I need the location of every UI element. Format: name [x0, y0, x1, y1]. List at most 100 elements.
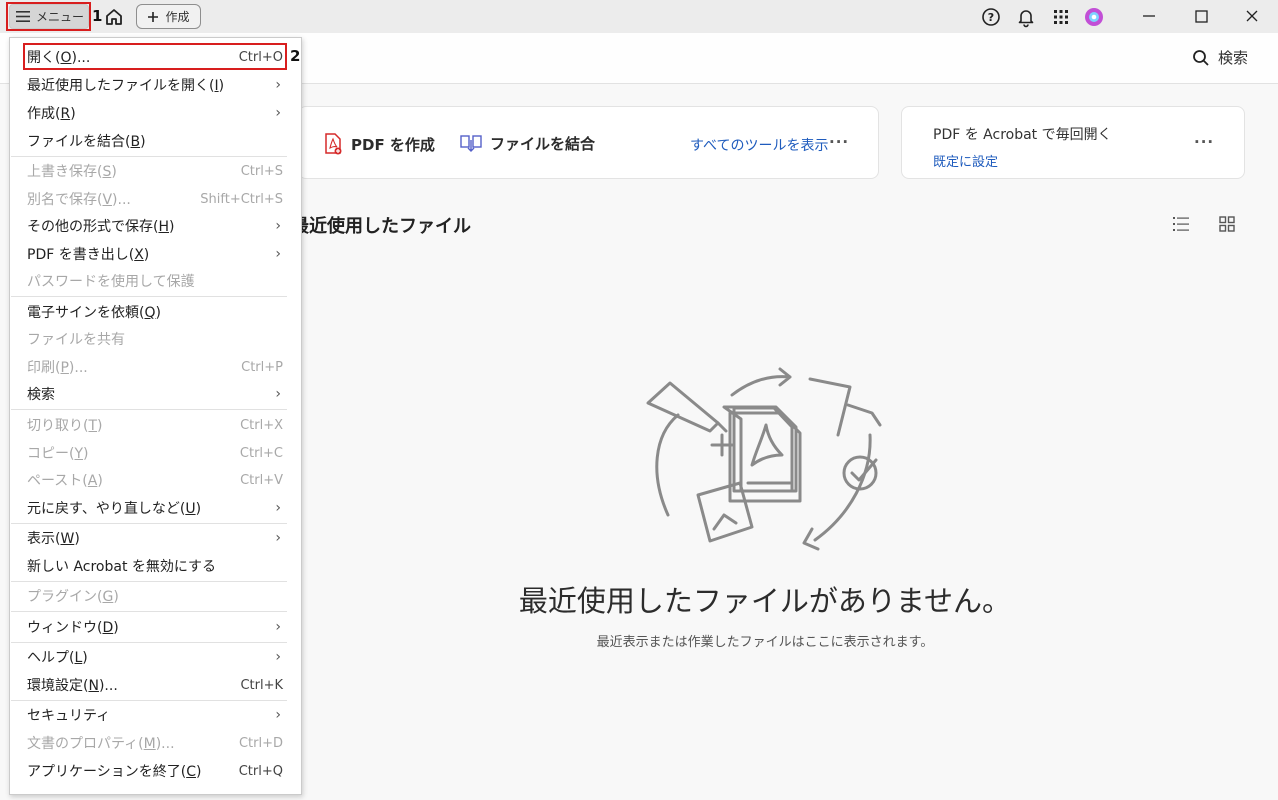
menu-item-security[interactable]: セキュリティ › — [10, 701, 301, 729]
search-label: 検索 — [1217, 49, 1248, 67]
menu-item-save-as-label: 別名で保存( — [27, 192, 103, 208]
menu-item-create-tail: ) — [70, 106, 76, 122]
menu-item-properties-tail: )... — [155, 736, 175, 752]
create-button[interactable]: 作成 — [136, 4, 201, 29]
close-icon[interactable] — [1240, 4, 1264, 28]
step-number-2: 2 — [290, 47, 301, 65]
menu-item-request-signature[interactable]: 電子サインを依頼(Q) — [10, 298, 301, 326]
menu-item-create-label: 作成( — [27, 106, 61, 122]
menu-item-exit-tail: ) — [195, 764, 202, 780]
menu-item-save-as-shortcut: Shift+Ctrl+S — [200, 191, 283, 207]
chevron-right-icon: › — [275, 649, 281, 665]
menu-item-combine-mnemonic: B — [130, 134, 141, 150]
menu-item-save-shortcut: Ctrl+S — [240, 163, 283, 179]
maximize-icon[interactable] — [1189, 4, 1213, 28]
apps-grid-icon[interactable] — [1050, 6, 1072, 28]
menu-item-request-signature-label: 電子サインを依頼( — [27, 305, 145, 321]
menu-item-protect[interactable]: パスワードを使用して保護 — [10, 267, 301, 295]
menu-item-print-mnemonic: P — [60, 360, 69, 376]
menu-item-exit-mnemonic: C — [186, 764, 196, 780]
list-view-icon[interactable] — [1172, 215, 1190, 233]
menu-item-copy-shortcut: Ctrl+C — [239, 445, 283, 461]
menu-item-paste-label: ペースト( — [27, 473, 88, 489]
menu-item-find-label: 検索 — [27, 387, 55, 403]
menu-item-properties-shortcut: Ctrl+D — [238, 735, 283, 751]
menu-item-request-signature-tail: ) — [155, 305, 161, 321]
menu-item-save-label: 上書き保存( — [27, 164, 103, 180]
menu-item-cut-tail: ) — [97, 418, 103, 434]
menu-item-copy-label: コピー( — [27, 446, 75, 462]
menu-item-combine[interactable]: ファイルを結合(B) — [10, 127, 301, 155]
menu-item-undo-redo-label: 元に戻す、やり直しなど( — [27, 501, 186, 517]
menu-item-disable-new-acrobat[interactable]: 新しい Acrobat を無効にする — [10, 552, 301, 580]
set-default-link[interactable]: 既定に設定 — [933, 151, 998, 170]
menu-item-save-tail: ) — [111, 164, 117, 180]
menu-item-paste-tail: ) — [97, 473, 103, 489]
menu-item-view-tail: ) — [74, 531, 80, 547]
menu-item-paste[interactable]: ペースト(A) Ctrl+V — [10, 466, 301, 494]
bell-icon[interactable] — [1015, 6, 1037, 28]
menu-item-view[interactable]: 表示(W) › — [10, 524, 301, 552]
menu-item-export-pdf[interactable]: PDF を書き出し(X) › — [10, 240, 301, 268]
menu-item-find[interactable]: 検索 › — [10, 380, 301, 408]
avatar[interactable] — [1083, 6, 1105, 28]
menu-item-share[interactable]: ファイルを共有 — [10, 325, 301, 353]
menu-item-copy-tail: ) — [83, 446, 89, 462]
menu-item-cut[interactable]: 切り取り(T) Ctrl+X — [10, 411, 301, 439]
menu-item-print[interactable]: 印刷(P)... Ctrl+P — [10, 353, 301, 381]
menu-item-security-label: セキュリティ — [27, 708, 111, 724]
menu-item-open-recent-tail: ) — [218, 78, 225, 94]
chevron-right-icon: › — [275, 707, 281, 723]
all-tools-link[interactable]: すべてのツールを表示 — [690, 135, 828, 155]
menu-item-help[interactable]: ヘルプ(L) › — [10, 643, 301, 671]
plus-icon — [148, 11, 159, 22]
highlight-box-menu — [6, 2, 91, 31]
menu-item-plugins[interactable]: プラグイン(G) — [10, 582, 301, 610]
tools-more-icon[interactable]: ··· — [829, 133, 849, 151]
menu-item-preferences-tail: )... — [98, 678, 118, 694]
menu-item-view-label: 表示( — [27, 531, 61, 547]
search-button[interactable]: 検索 — [1192, 47, 1248, 68]
minimize-icon[interactable] — [1137, 4, 1161, 28]
chevron-right-icon: › — [275, 386, 281, 402]
grid-view-icon[interactable] — [1218, 215, 1236, 233]
menu-item-print-label: 印刷( — [27, 360, 61, 376]
menu-item-export-pdf-label: PDF を書き出し( — [27, 247, 135, 263]
chevron-right-icon: › — [275, 77, 281, 93]
menu-item-view-mnemonic: W — [60, 531, 75, 547]
menu-item-print-shortcut: Ctrl+P — [241, 359, 283, 375]
menu-item-save-other[interactable]: その他の形式で保存(H) › — [10, 212, 301, 240]
home-icon[interactable] — [103, 6, 125, 28]
help-icon[interactable]: ? — [980, 6, 1002, 28]
menu-item-combine-label: ファイルを結合( — [27, 134, 131, 150]
combine-files-tool[interactable]: ファイルを結合 — [460, 133, 595, 154]
menu-item-combine-tail: ) — [140, 134, 146, 150]
create-button-label: 作成 — [165, 10, 190, 24]
chevron-right-icon: › — [275, 105, 281, 121]
chevron-right-icon: › — [275, 246, 281, 262]
recent-files-title: 最近使用したファイル — [291, 216, 471, 237]
menu-item-help-tail: ) — [82, 650, 88, 666]
menu-item-preferences-shortcut: Ctrl+K — [240, 677, 283, 693]
menu-item-exit[interactable]: アプリケーションを終了(C) Ctrl+Q — [10, 757, 301, 785]
menu-item-save-as[interactable]: 別名で保存(V)... Shift+Ctrl+S — [10, 185, 301, 213]
title-bar: メニュー 1 作成 ? — [0, 0, 1278, 33]
menu-item-save[interactable]: 上書き保存(S) Ctrl+S — [10, 157, 301, 185]
menu-item-properties[interactable]: 文書のプロパティ(M)... Ctrl+D — [10, 729, 301, 757]
menu-item-open-recent[interactable]: 最近使用したファイルを開く(I) › — [10, 71, 301, 99]
menu-item-undo-redo-mnemonic: U — [185, 501, 196, 517]
menu-item-export-pdf-tail: ) — [143, 247, 150, 263]
step-number-1: 1 — [92, 7, 103, 25]
menu-item-window[interactable]: ウィンドウ(D) › — [10, 613, 301, 641]
menu-item-preferences[interactable]: 環境設定(N)... Ctrl+K — [10, 671, 301, 699]
create-pdf-tool[interactable]: PDF を作成 — [323, 133, 435, 155]
default-app-more-icon[interactable]: ··· — [1194, 133, 1214, 151]
create-pdf-label: PDF を作成 — [351, 135, 435, 154]
menu-item-copy[interactable]: コピー(Y) Ctrl+C — [10, 439, 301, 467]
menu-item-open-recent-label: 最近使用したファイルを開く( — [27, 78, 215, 94]
menu-item-cut-label: 切り取り( — [27, 418, 89, 434]
menu-item-undo-redo[interactable]: 元に戻す、やり直しなど(U) › — [10, 494, 301, 522]
menu-item-window-tail: ) — [113, 620, 119, 636]
menu-item-create[interactable]: 作成(R) › — [10, 99, 301, 127]
chevron-right-icon: › — [275, 218, 281, 234]
